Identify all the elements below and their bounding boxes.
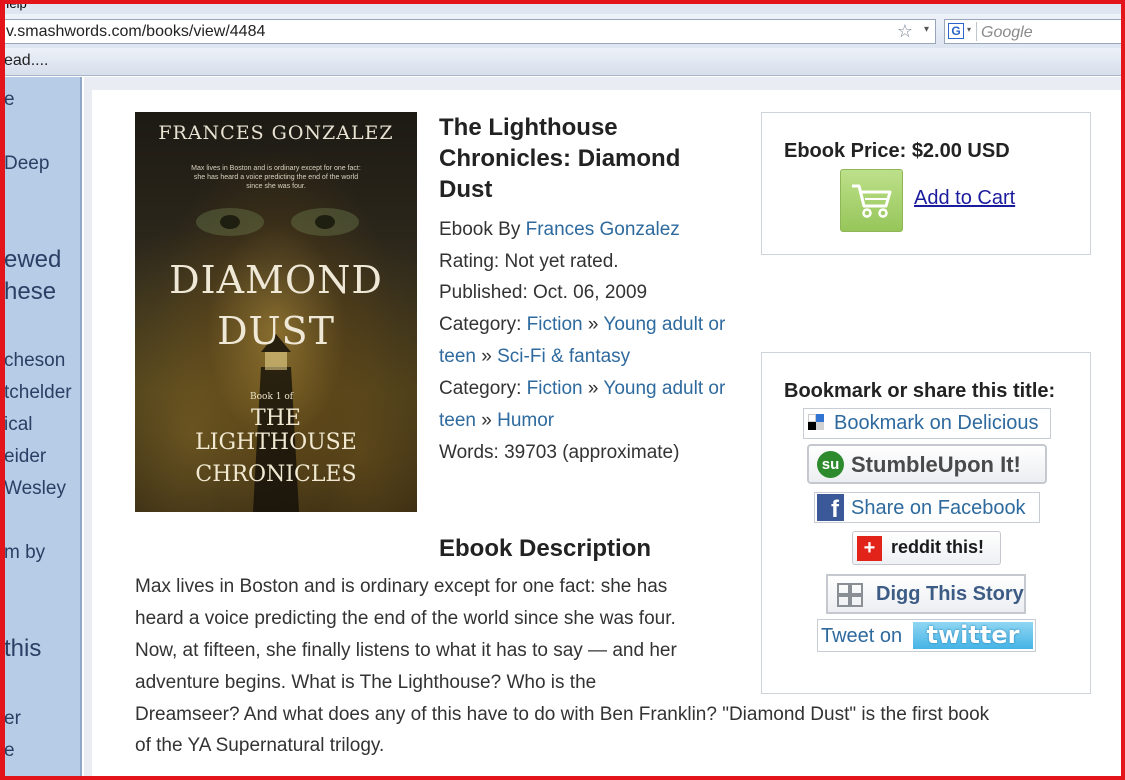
digg-label: Digg This Story bbox=[876, 583, 1024, 605]
address-bar[interactable]: v.smashwords.com/books/view/4484 ☆ ▾ bbox=[4, 19, 936, 44]
navigation-toolbar: v.smashwords.com/books/view/4484 ☆ ▾ G ▾… bbox=[0, 14, 1125, 48]
reddit-label: reddit this! bbox=[891, 537, 984, 557]
category-separator: » bbox=[587, 314, 599, 335]
description-line: Now, at fifteen, she finally listens to … bbox=[135, 640, 677, 661]
sidebar-fragment: m by bbox=[4, 542, 46, 563]
digg-button[interactable]: Digg This Story bbox=[826, 574, 1026, 614]
description-line: adventure begins. What is The Lighthouse… bbox=[135, 672, 597, 693]
author-link[interactable]: Frances Gonzalez bbox=[526, 219, 680, 240]
left-sidebar: e Deep ewed hese cheson tchelder ical ei… bbox=[0, 77, 82, 780]
menu-bar: Help bbox=[0, 0, 1125, 14]
category-separator: » bbox=[481, 346, 492, 367]
book-title: The Lighthouse Chronicles: Diamond Dust bbox=[439, 114, 681, 203]
reddit-plus-icon: + bbox=[857, 536, 882, 561]
book-cover-image[interactable]: FRANCES GONZALEZ Max lives in Boston and… bbox=[135, 112, 417, 512]
delicious-label: Bookmark on Delicious bbox=[834, 412, 1039, 434]
description-line: of the YA Supernatural trilogy. bbox=[135, 735, 385, 756]
sidebar-fragment[interactable]: eider bbox=[4, 446, 46, 468]
sidebar-heading-fragment: hese bbox=[4, 278, 57, 305]
bookmarks-toolbar: ead.... bbox=[0, 48, 1125, 76]
sidebar-fragment[interactable]: tchelder bbox=[4, 382, 72, 404]
search-divider bbox=[976, 22, 977, 41]
category-separator: » bbox=[587, 378, 599, 399]
book-rating: Rating: Not yet rated. bbox=[439, 251, 619, 272]
cover-series-line1: THE bbox=[251, 406, 301, 431]
delicious-icon bbox=[808, 414, 825, 431]
sidebar-fragment[interactable]: Deep bbox=[4, 153, 49, 175]
category-link-young-adult-cont[interactable]: teen bbox=[439, 346, 476, 367]
price-box: Ebook Price: $2.00 USD Add to Cart bbox=[761, 112, 1091, 255]
cover-author: FRANCES GONZALEZ bbox=[158, 122, 394, 144]
description-line: heard a voice predicting the end of the … bbox=[135, 608, 676, 629]
share-box: Bookmark or share this title: Bookmark o… bbox=[761, 352, 1091, 694]
add-to-cart-link[interactable]: Add to Cart bbox=[914, 187, 1015, 210]
category-separator: » bbox=[481, 410, 492, 431]
category-link-fiction[interactable]: Fiction bbox=[527, 314, 583, 335]
facebook-label: Share on Facebook bbox=[851, 497, 1026, 519]
sidebar-fragment[interactable]: e bbox=[4, 89, 15, 111]
category-link-scifi[interactable]: Sci-Fi & fantasy bbox=[497, 346, 630, 367]
book-published: Published: Oct. 06, 2009 bbox=[439, 282, 648, 303]
engine-dropdown-icon[interactable]: ▾ bbox=[967, 25, 971, 34]
reddit-button[interactable]: + reddit this! bbox=[852, 531, 1001, 565]
book-category-1: Category: Fiction » Young adult or teen … bbox=[439, 309, 769, 373]
cover-book-label: Book 1 of bbox=[250, 392, 294, 402]
search-bar[interactable]: G ▾ Google bbox=[944, 19, 1125, 44]
cart-button[interactable] bbox=[840, 169, 903, 232]
menu-help[interactable]: Help bbox=[0, 0, 27, 11]
sidebar-fragment[interactable]: ical bbox=[4, 414, 33, 436]
sidebar-heading-fragment: ewed bbox=[4, 246, 62, 273]
tweet-button[interactable]: Tweet on twitter bbox=[817, 619, 1036, 652]
cover-title-line2: DUST bbox=[217, 309, 335, 353]
google-engine-icon[interactable]: G bbox=[948, 23, 964, 39]
sidebar-fragment[interactable]: cheson bbox=[4, 350, 65, 372]
category-label: Category: bbox=[439, 314, 522, 335]
facebook-icon: f bbox=[817, 494, 844, 523]
cover-series-line3: CHRONICLES bbox=[195, 462, 357, 487]
share-box-title: Bookmark or share this title: bbox=[784, 380, 1056, 402]
category-link-young-adult[interactable]: Young adult or bbox=[603, 378, 725, 399]
twitter-logo-icon: twitter bbox=[913, 622, 1033, 649]
digg-icon bbox=[837, 583, 863, 607]
category-link-humor[interactable]: Humor bbox=[497, 410, 554, 431]
cover-blurb: Max lives in Boston and is ordinary exce… bbox=[191, 165, 361, 190]
bookmark-star-icon[interactable]: ☆ bbox=[897, 21, 913, 42]
sidebar-heading-fragment: this bbox=[4, 635, 42, 662]
book-word-count: Words: 39703 (approximate) bbox=[439, 442, 680, 463]
category-link-young-adult-cont[interactable]: teen bbox=[439, 410, 476, 431]
stumbleupon-button[interactable]: su StumbleUpon It! bbox=[807, 444, 1047, 484]
sidebar-fragment[interactable]: Wesley bbox=[4, 478, 66, 500]
category-label: Category: bbox=[439, 378, 522, 399]
bookmark-delicious-button[interactable]: Bookmark on Delicious bbox=[803, 408, 1051, 439]
ebook-price: Ebook Price: $2.00 USD bbox=[784, 140, 1010, 162]
browser-tab[interactable]: ead.... bbox=[4, 52, 48, 70]
category-link-young-adult[interactable]: Young adult or bbox=[603, 314, 725, 335]
description-heading: Ebook Description bbox=[439, 535, 652, 562]
cover-series-line2: LIGHTHOUSE bbox=[195, 430, 357, 455]
book-author-line: Ebook By Frances Gonzalez bbox=[439, 214, 769, 246]
cover-title-line1: DIAMOND bbox=[169, 258, 383, 302]
address-url[interactable]: v.smashwords.com/books/view/4484 bbox=[6, 23, 265, 41]
description-line: Max lives in Boston and is ordinary exce… bbox=[135, 576, 668, 597]
stumbleupon-label: StumbleUpon It! bbox=[851, 452, 1021, 477]
category-link-fiction[interactable]: Fiction bbox=[527, 378, 583, 399]
share-facebook-button[interactable]: f Share on Facebook bbox=[814, 492, 1040, 523]
description-line: Dreamseer? And what does any of this hav… bbox=[135, 704, 990, 725]
shopping-cart-icon bbox=[852, 184, 892, 218]
sidebar-fragment[interactable]: e bbox=[4, 740, 15, 762]
book-info: The Lighthouse Chronicles: Diamond Dust bbox=[439, 112, 769, 205]
tweet-on-label: Tweet on bbox=[821, 625, 903, 647]
search-input[interactable]: Google bbox=[981, 24, 1033, 42]
sidebar-fragment[interactable]: er bbox=[4, 708, 21, 730]
ebook-by-label: Ebook By bbox=[439, 219, 521, 240]
history-dropdown-icon[interactable]: ▾ bbox=[924, 24, 929, 35]
stumbleupon-icon: su bbox=[817, 451, 844, 478]
book-category-2: Category: Fiction » Young adult or teen … bbox=[439, 373, 769, 437]
